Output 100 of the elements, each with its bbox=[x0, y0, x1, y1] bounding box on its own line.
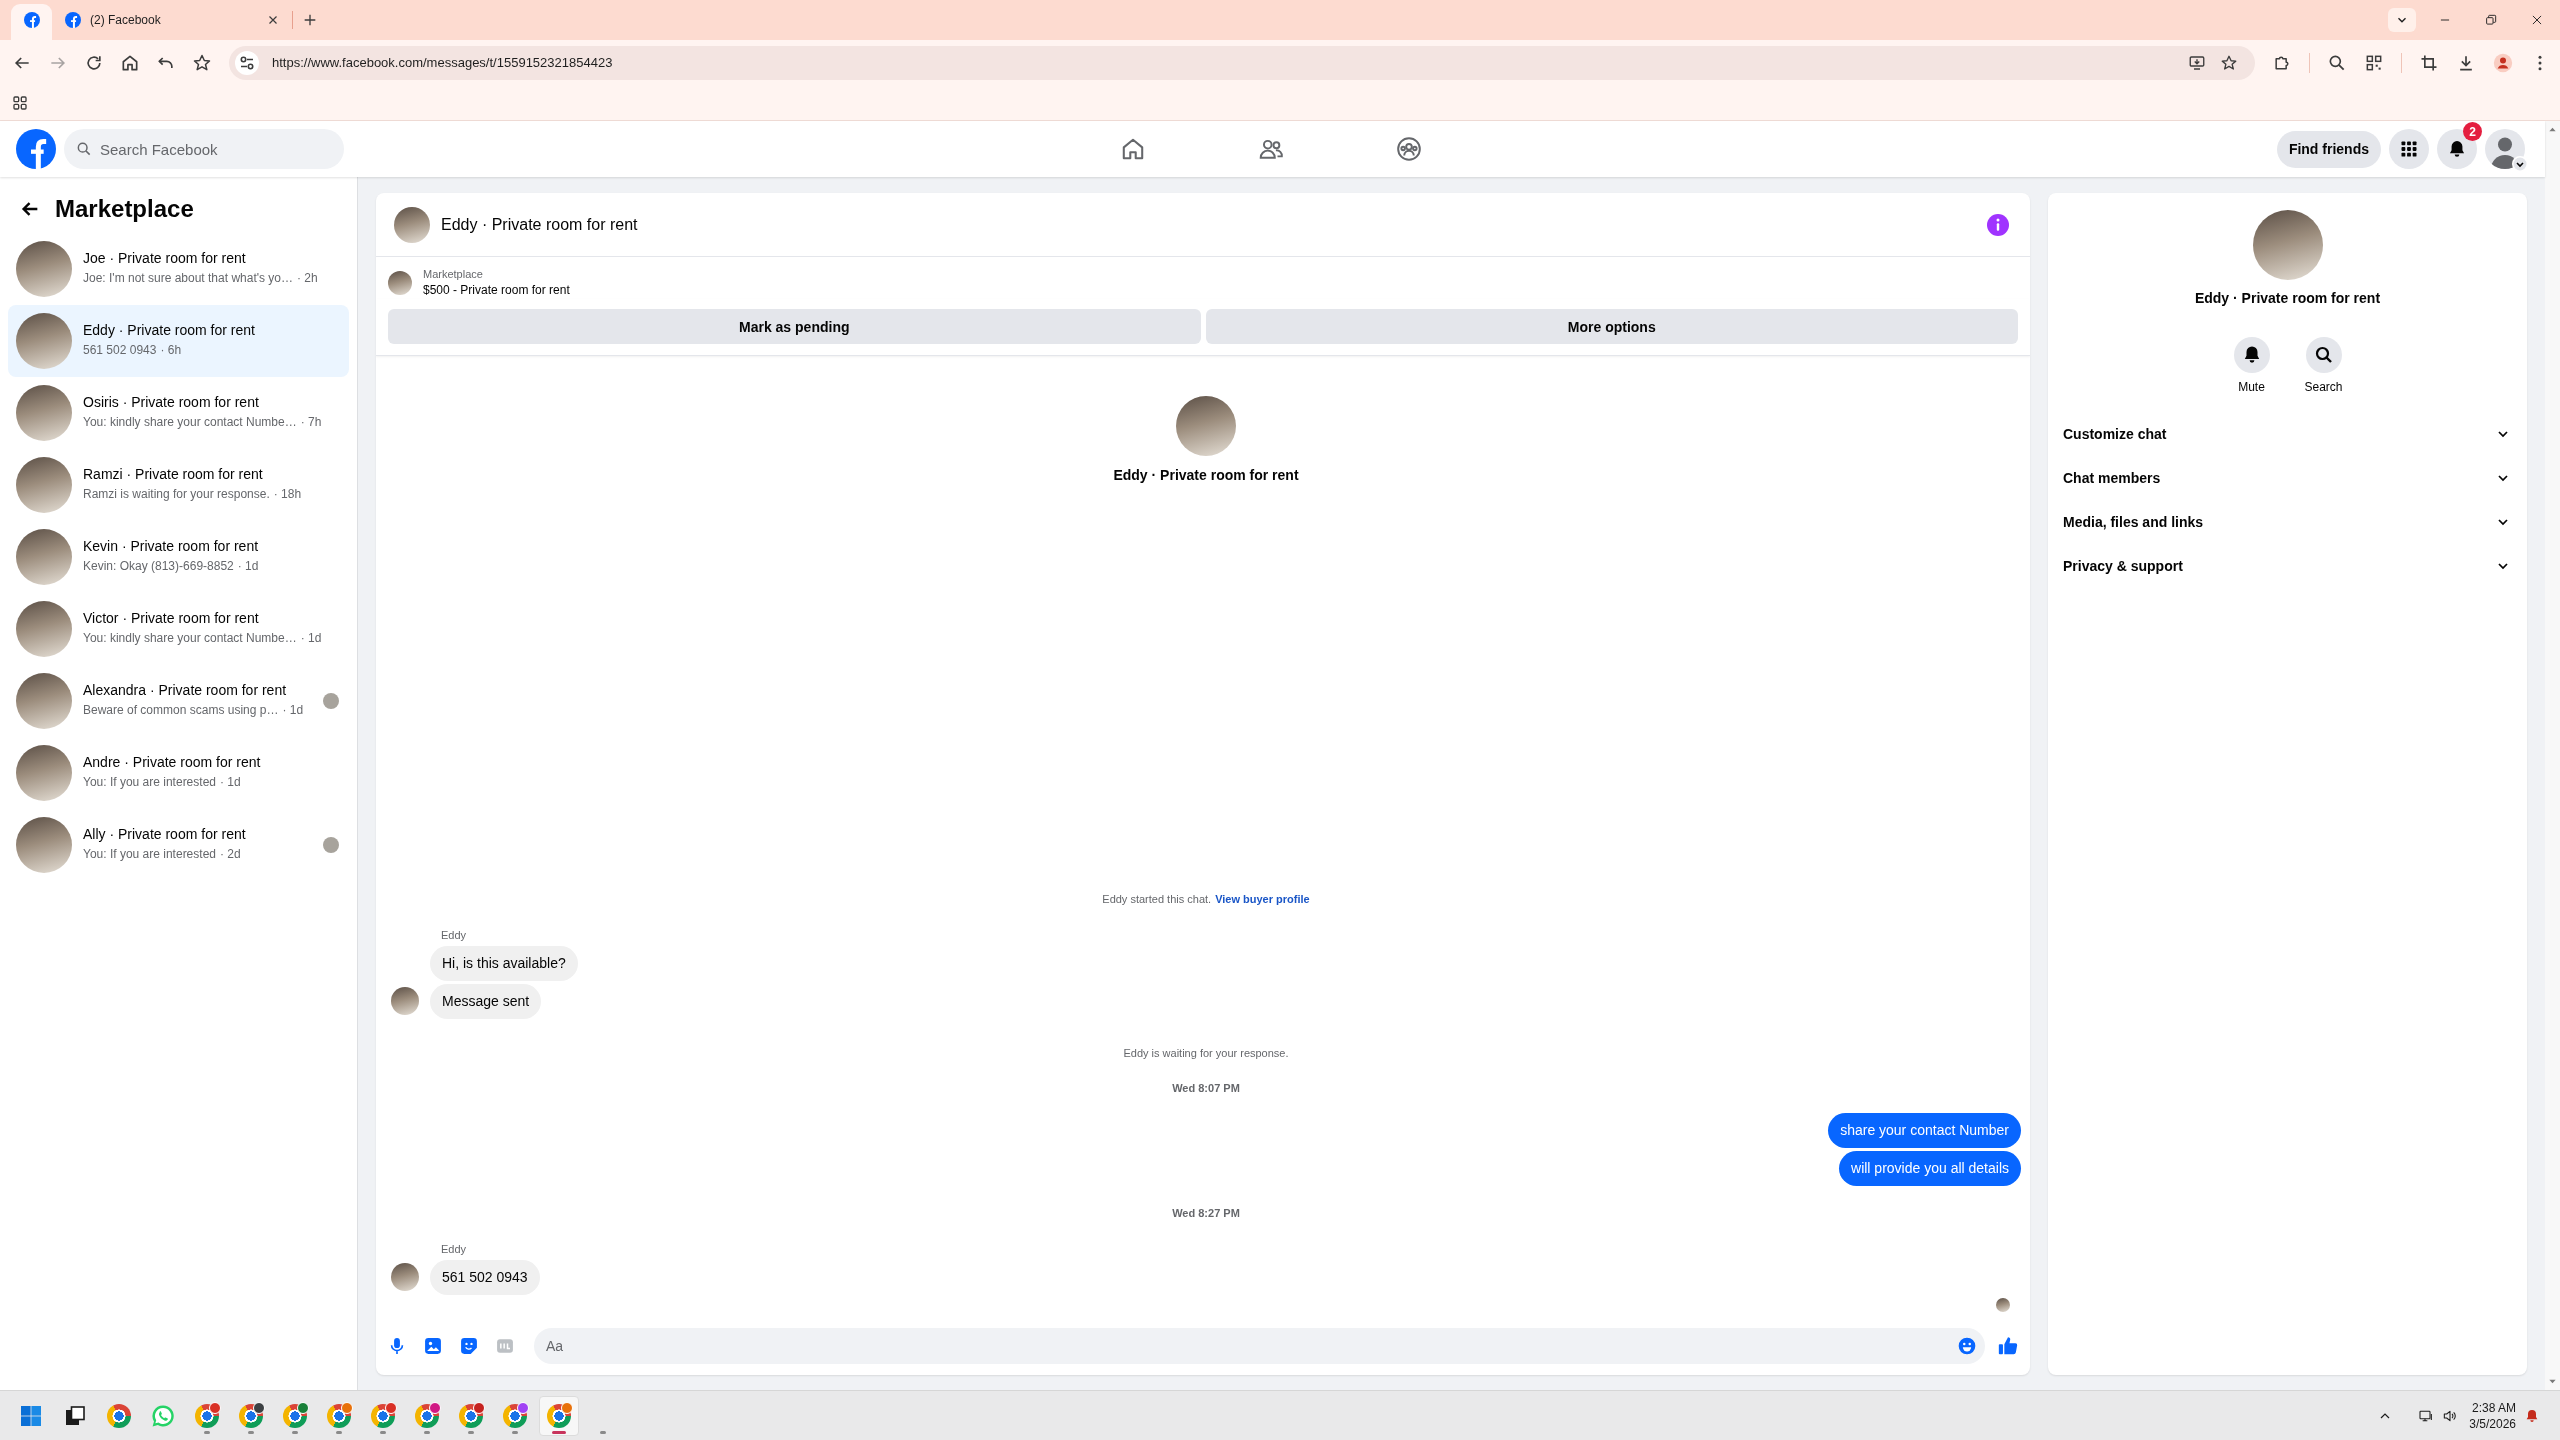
message-time: · 7h bbox=[300, 413, 322, 430]
message-preview: You: If you are interested bbox=[83, 773, 216, 790]
close-icon[interactable] bbox=[267, 14, 279, 26]
search-button[interactable]: Search bbox=[2295, 337, 2352, 395]
message-preview: 561 502 0943 bbox=[83, 341, 157, 358]
restore-icon[interactable] bbox=[2484, 13, 2498, 27]
facebook-logo-icon bbox=[23, 12, 40, 28]
bell-icon bbox=[2233, 337, 2270, 373]
sender-photo bbox=[391, 1263, 419, 1291]
message-time: · 1d bbox=[282, 701, 304, 718]
message-preview: Ramzi is waiting for your response. bbox=[83, 485, 270, 502]
conversation-item[interactable]: Victor · Private room for rent You: kindly share your contact Numbe… · 1d bbox=[8, 593, 349, 665]
notification-badge: 2 bbox=[2463, 122, 2482, 141]
account-button[interactable] bbox=[2485, 129, 2525, 169]
message-bubble: Hi, is this available? bbox=[430, 946, 578, 981]
conversation-item[interactable]: Ramzi · Private room for rent Ramzi is waiting for your response. · 18h bbox=[8, 449, 349, 521]
chat-notice: Eddy started this chat. View buyer profile bbox=[1102, 892, 1310, 907]
message-time: · 1d bbox=[300, 629, 322, 646]
listing-action-button[interactable]: Mark as pending bbox=[388, 309, 1201, 344]
profile-icon[interactable] bbox=[2493, 52, 2513, 73]
task-view-icon bbox=[63, 1403, 87, 1428]
bell-icon[interactable] bbox=[2524, 1407, 2540, 1424]
info-icon[interactable] bbox=[1986, 212, 2010, 237]
browser-icon bbox=[107, 1403, 131, 1428]
message-bubble: Message sent bbox=[430, 984, 542, 1019]
install-icon[interactable] bbox=[2188, 53, 2206, 72]
conversation-title: Joe · Private room for rent bbox=[83, 248, 246, 267]
message-time: · 1d bbox=[220, 773, 241, 790]
apps-grid-icon[interactable] bbox=[12, 94, 28, 111]
thumbs-up-icon[interactable] bbox=[1997, 1335, 2019, 1357]
image-icon[interactable] bbox=[423, 1336, 443, 1356]
conversation-name: Eddy · Private room for rent bbox=[1113, 466, 1299, 485]
browser-tab[interactable] bbox=[11, 4, 52, 40]
conversation-item[interactable]: Eddy · Private room for rent 561 502 0943 · 6h bbox=[8, 305, 349, 377]
message-time: · 1d bbox=[237, 557, 259, 574]
conversation-title: Ramzi · Private room for rent bbox=[83, 464, 263, 483]
conversation-title: Victor · Private room for rent bbox=[83, 608, 259, 627]
windows-logo-icon bbox=[19, 1403, 43, 1428]
message-bubble: 561 502 0943 bbox=[430, 1260, 540, 1295]
tab-search-button[interactable] bbox=[2388, 8, 2416, 32]
tile-icon[interactable] bbox=[495, 1336, 515, 1356]
star-icon[interactable] bbox=[192, 52, 212, 73]
accordion-item[interactable]: Chat members bbox=[2048, 456, 2527, 500]
conversation-title: Kevin · Private room for rent bbox=[83, 536, 259, 555]
facebook-logo-icon[interactable] bbox=[16, 129, 56, 169]
plus-icon[interactable] bbox=[302, 12, 318, 28]
conversation-item[interactable]: Alexandra · Private room for rent Beware of common scams using p… · 1d bbox=[8, 665, 349, 737]
view-profile-link[interactable]: View buyer profile bbox=[1215, 893, 1310, 905]
listing-photo bbox=[394, 206, 430, 243]
sidebar-title: Marketplace bbox=[55, 194, 194, 224]
listing-photo bbox=[16, 241, 72, 297]
sticker-icon[interactable] bbox=[459, 1336, 479, 1356]
conversation-item[interactable]: Osiris · Private room for rent You: kindly share your contact Numbe… · 7h bbox=[8, 377, 349, 449]
message-preview: You: If you are interested bbox=[83, 845, 216, 862]
conversation-item[interactable]: Kevin · Private room for rent Kevin: Okay (813)-669-8852 · 1d bbox=[8, 521, 349, 593]
message-time: · 18h bbox=[273, 485, 302, 502]
star-icon[interactable] bbox=[2220, 53, 2238, 72]
message-bubble: will provide you all details bbox=[1839, 1151, 2021, 1186]
listing-action-button[interactable]: More options bbox=[1205, 309, 2018, 344]
conversation-item[interactable]: Andre · Private room for rent You: If you are interested · 1d bbox=[8, 737, 349, 809]
site-settings-icon[interactable] bbox=[235, 50, 259, 75]
message-preview: You: kindly share your contact Numbe… bbox=[83, 629, 297, 646]
message-field[interactable]: Aa bbox=[534, 1328, 1985, 1364]
clock-date[interactable]: 3/5/2026 bbox=[2469, 1415, 2516, 1432]
notifications-button[interactable] bbox=[2437, 129, 2477, 169]
chevron-down-icon bbox=[2512, 156, 2528, 172]
menu-button[interactable] bbox=[2389, 129, 2429, 169]
message-preview: Beware of common scams using p… bbox=[83, 701, 279, 718]
person-silhouette-icon bbox=[2485, 129, 2525, 169]
search-field[interactable]: Search Facebook bbox=[64, 129, 344, 169]
message-preview: You: kindly share your contact Numbe… bbox=[83, 413, 297, 430]
sender-photo bbox=[391, 987, 419, 1015]
accordion-item[interactable]: Media, files and links bbox=[2048, 500, 2527, 544]
listing-photo bbox=[16, 457, 72, 513]
accordion-item[interactable]: Customize chat bbox=[2048, 412, 2527, 456]
listing-photo bbox=[16, 745, 72, 801]
listing-source: Marketplace bbox=[423, 267, 483, 282]
chat-notice: Eddy is waiting for your response. bbox=[1123, 1046, 1289, 1061]
clock-time[interactable]: 2:38 AM bbox=[2471, 1399, 2516, 1416]
conversation-title: Alexandra · Private room for rent bbox=[83, 680, 287, 699]
conversation-title: Osiris · Private room for rent bbox=[83, 392, 259, 411]
message-time: · 2d bbox=[220, 845, 241, 862]
listing-photo bbox=[16, 313, 72, 369]
close-icon[interactable] bbox=[2530, 13, 2544, 27]
listing-photo bbox=[1176, 396, 1236, 456]
conversation-name: Eddy · Private room for rent bbox=[441, 215, 638, 234]
conversation-item[interactable]: Ally · Private room for rent You: If you are interested · 2d bbox=[8, 809, 349, 881]
facebook-logo-icon bbox=[65, 12, 81, 28]
smiley-icon[interactable] bbox=[1957, 1336, 1977, 1356]
listing-photo bbox=[388, 270, 412, 295]
scroll-up-icon[interactable] bbox=[2548, 125, 2557, 134]
scroll-down-icon[interactable] bbox=[2548, 1377, 2557, 1386]
listing-photo bbox=[16, 529, 72, 585]
accordion-item[interactable]: Privacy & support bbox=[2048, 544, 2527, 588]
browser-tab[interactable]: (2) Facebook bbox=[60, 4, 292, 40]
conversation-item[interactable]: Joe · Private room for rent Joe: I'm not sure about that what's yo… · 2h bbox=[8, 233, 349, 305]
listing-photo bbox=[16, 817, 72, 873]
address-bar[interactable]: https://www.facebook.com/messages/t/1559152321854423 bbox=[229, 45, 2255, 80]
find-friends-button[interactable]: Find friends bbox=[2276, 130, 2381, 168]
mute-button[interactable]: Mute bbox=[2223, 337, 2280, 395]
